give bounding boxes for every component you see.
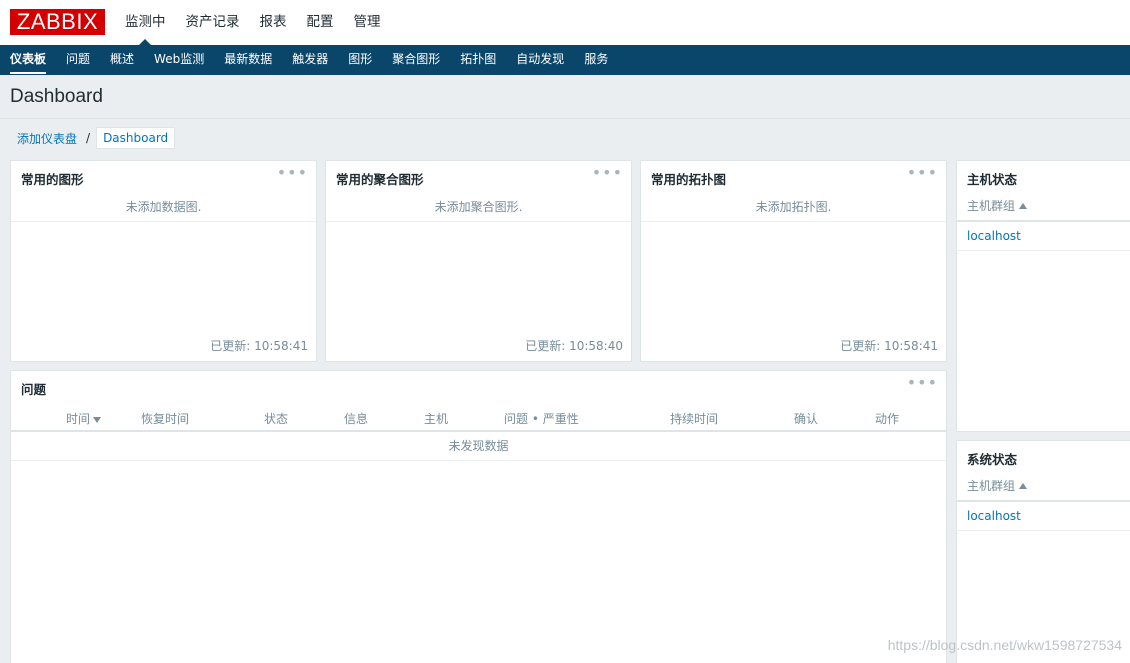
widget-updated-time: 已更新: 10:58:41 [210, 339, 308, 353]
sub-nav-dashboard[interactable]: 仪表板 [0, 45, 56, 75]
widget-header: 问题 ••• [11, 371, 946, 403]
col-host[interactable]: 主机 [424, 410, 448, 427]
top-header: ZABBIX 监测中 资产记录 报表 配置 管理 [0, 0, 1130, 45]
widget-title: 主机状态 [967, 172, 1018, 187]
top-nav-administration[interactable]: 管理 [344, 0, 391, 45]
sub-nav-maps[interactable]: 拓扑图 [450, 45, 506, 75]
widget-updated-time: 已更新: 10:58:40 [525, 339, 623, 353]
breadcrumb-current[interactable]: Dashboard [96, 127, 176, 149]
host-group-column-label: 主机群组 [967, 479, 1016, 493]
widget-title: 常用的聚合图形 [336, 172, 424, 187]
widget-title: 系统状态 [967, 452, 1018, 467]
sub-nav-graphs[interactable]: 图形 [338, 45, 382, 75]
widget-empty-message: 未添加数据图. [11, 193, 316, 222]
ellipsis-menu-icon[interactable]: ••• [277, 165, 308, 181]
widget-favourite-graphs: 常用的图形 ••• 未添加数据图. 已更新: 10:58:41 [10, 160, 317, 362]
breadcrumb: 添加仪表盘 / Dashboard [10, 127, 176, 149]
breadcrumb-separator: / [86, 131, 91, 145]
top-nav: 监测中 资产记录 报表 配置 管理 [115, 0, 391, 45]
widget-updated-time: 已更新: 10:58:41 [840, 339, 938, 353]
sub-nav-web[interactable]: Web监测 [144, 45, 214, 75]
widget-header: 常用的聚合图形 ••• [326, 161, 631, 193]
problems-no-data: 未发现数据 [11, 432, 946, 461]
top-nav-configuration[interactable]: 配置 [297, 0, 344, 45]
widget-title: 问题 [21, 382, 47, 397]
host-group-row[interactable]: localhost [957, 502, 1130, 531]
ellipsis-menu-icon[interactable]: ••• [907, 375, 938, 391]
col-info: 信息 [344, 412, 369, 426]
sub-nav-latest-data[interactable]: 最新数据 [214, 45, 282, 75]
problems-table-header: 时间 恢复时间 状态 信息 主机 问题 • 严重性 持续时间 确认 动作 [11, 403, 946, 432]
top-nav-inventory[interactable]: 资产记录 [176, 0, 250, 45]
sub-nav-discovery[interactable]: 自动发现 [506, 45, 574, 75]
sub-nav-problems[interactable]: 问题 [56, 45, 100, 75]
widget-header: 常用的拓扑图 ••• [641, 161, 946, 193]
breadcrumb-add-dashboard[interactable]: 添加仪表盘 [10, 130, 84, 147]
host-group-column-header[interactable]: 主机群组 [957, 193, 1130, 222]
host-group-column-label: 主机群组 [967, 199, 1016, 213]
widget-problems: 问题 ••• 时间 恢复时间 状态 信息 主机 问题 • 严重性 持续时间 确认… [10, 370, 947, 663]
widget-header: 主机状态 [957, 161, 1130, 193]
sub-nav-triggers[interactable]: 触发器 [282, 45, 338, 75]
widget-header: 常用的图形 ••• [11, 161, 316, 193]
col-recovery-time: 恢复时间 [141, 412, 190, 426]
sort-asc-icon [1019, 483, 1028, 489]
col-problem-severity[interactable]: 问题 • 严重性 [504, 410, 579, 427]
col-time[interactable]: 时间 [66, 410, 102, 427]
widget-title: 常用的图形 [21, 172, 84, 187]
widget-title: 常用的拓扑图 [651, 172, 727, 187]
host-group-column-header[interactable]: 主机群组 [957, 473, 1130, 502]
widget-favourite-maps: 常用的拓扑图 ••• 未添加拓扑图. 已更新: 10:58:41 [640, 160, 947, 362]
col-time-label: 时间 [66, 412, 91, 426]
widget-favourite-screens: 常用的聚合图形 ••• 未添加聚合图形. 已更新: 10:58:40 [325, 160, 632, 362]
host-group-row[interactable]: localhost [957, 222, 1130, 251]
sort-asc-icon [1019, 203, 1028, 209]
sub-nav: 仪表板 问题 概述 Web监测 最新数据 触发器 图形 聚合图形 拓扑图 自动发… [0, 45, 1130, 75]
widget-header: 系统状态 [957, 441, 1130, 473]
zabbix-logo[interactable]: ZABBIX [10, 9, 105, 35]
widget-host-status: 主机状态 主机群组 localhost [956, 160, 1130, 432]
sub-nav-overview[interactable]: 概述 [100, 45, 144, 75]
ellipsis-menu-icon[interactable]: ••• [907, 165, 938, 181]
page-title: Dashboard [10, 86, 103, 107]
col-status: 状态 [264, 412, 289, 426]
sub-nav-screens[interactable]: 聚合图形 [382, 45, 450, 75]
title-divider [0, 118, 1130, 119]
sub-nav-services[interactable]: 服务 [574, 45, 618, 75]
watermark: https://blog.csdn.net/wkw1598727534 [887, 637, 1122, 653]
top-nav-reports[interactable]: 报表 [250, 0, 297, 45]
ellipsis-menu-icon[interactable]: ••• [592, 165, 623, 181]
top-nav-monitoring[interactable]: 监测中 [115, 0, 176, 45]
sort-desc-icon [93, 417, 102, 423]
widget-empty-message: 未添加拓扑图. [641, 193, 946, 222]
widget-system-status: 系统状态 主机群组 localhost [956, 440, 1130, 663]
col-ack: 确认 [794, 412, 819, 426]
col-actions: 动作 [875, 412, 900, 426]
col-duration: 持续时间 [670, 412, 719, 426]
widget-empty-message: 未添加聚合图形. [326, 193, 631, 222]
